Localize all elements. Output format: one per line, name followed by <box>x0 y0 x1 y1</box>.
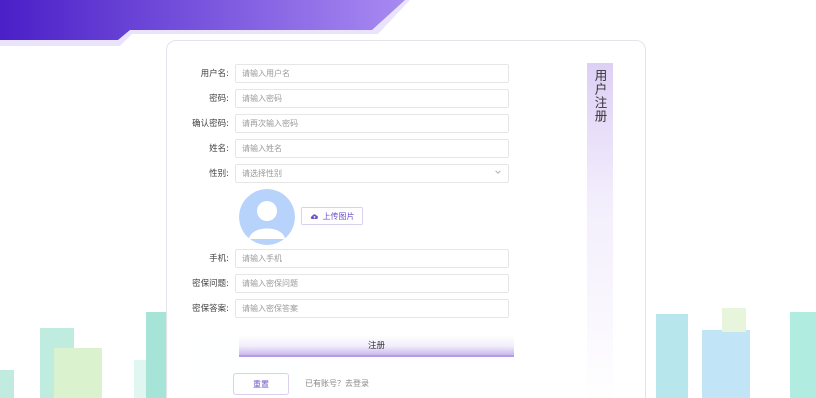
cloud-upload-icon <box>310 214 318 219</box>
security-question-row: 密保问题: <box>167 273 509 293</box>
phone-row: 手机: <box>167 248 509 268</box>
security-question-input[interactable] <box>242 274 502 292</box>
registration-card: 用户名: 密码: 确认密码: 姓名: 性别: 请选择性别 <box>166 40 646 398</box>
username-label: 用户名: <box>200 69 229 79</box>
phone-field-wrap <box>235 248 509 268</box>
security-question-field-wrap <box>235 273 509 293</box>
chevron-down-icon <box>495 169 501 174</box>
confirm-password-input[interactable] <box>242 114 502 132</box>
gender-select-placeholder: 请选择性别 <box>242 168 282 178</box>
gender-row: 性别: 请选择性别 <box>167 163 509 183</box>
username-row: 用户名: <box>167 63 509 83</box>
side-title: 用户注册 <box>592 69 608 123</box>
security-answer-row: 密保答案: <box>167 298 509 318</box>
password-field-wrap <box>235 88 509 108</box>
name-field-wrap <box>235 138 509 158</box>
gender-select[interactable]: 请选择性别 <box>235 163 509 183</box>
register-button[interactable]: 注册 <box>239 335 514 357</box>
login-link[interactable]: 已有账号？去登录 <box>305 378 369 389</box>
username-input[interactable] <box>242 64 502 82</box>
password-label: 密码: <box>209 94 229 104</box>
security-question-label: 密保问题: <box>192 279 229 289</box>
security-answer-input[interactable] <box>242 299 502 317</box>
phone-input[interactable] <box>242 249 502 267</box>
phone-label: 手机: <box>209 254 229 264</box>
side-title-banner: 用户注册 <box>587 63 613 398</box>
confirm-password-field-wrap <box>235 113 509 133</box>
name-row: 姓名: <box>167 138 509 158</box>
gender-label: 性别: <box>209 169 229 179</box>
confirm-password-row: 确认密码: <box>167 113 509 133</box>
upload-image-button[interactable]: 上传图片 <box>301 207 363 225</box>
name-input[interactable] <box>242 139 502 157</box>
confirm-password-label: 确认密码: <box>192 119 229 129</box>
username-field-wrap <box>235 63 509 83</box>
avatar-placeholder <box>239 189 295 245</box>
upload-image-label: 上传图片 <box>322 211 355 221</box>
name-label: 姓名: <box>209 144 229 154</box>
user-avatar-icon <box>239 189 295 245</box>
security-answer-label: 密保答案: <box>192 304 229 314</box>
password-input[interactable] <box>242 89 502 107</box>
security-answer-field-wrap <box>235 298 509 318</box>
reset-button[interactable]: 重置 <box>233 373 289 395</box>
password-row: 密码: <box>167 88 509 108</box>
